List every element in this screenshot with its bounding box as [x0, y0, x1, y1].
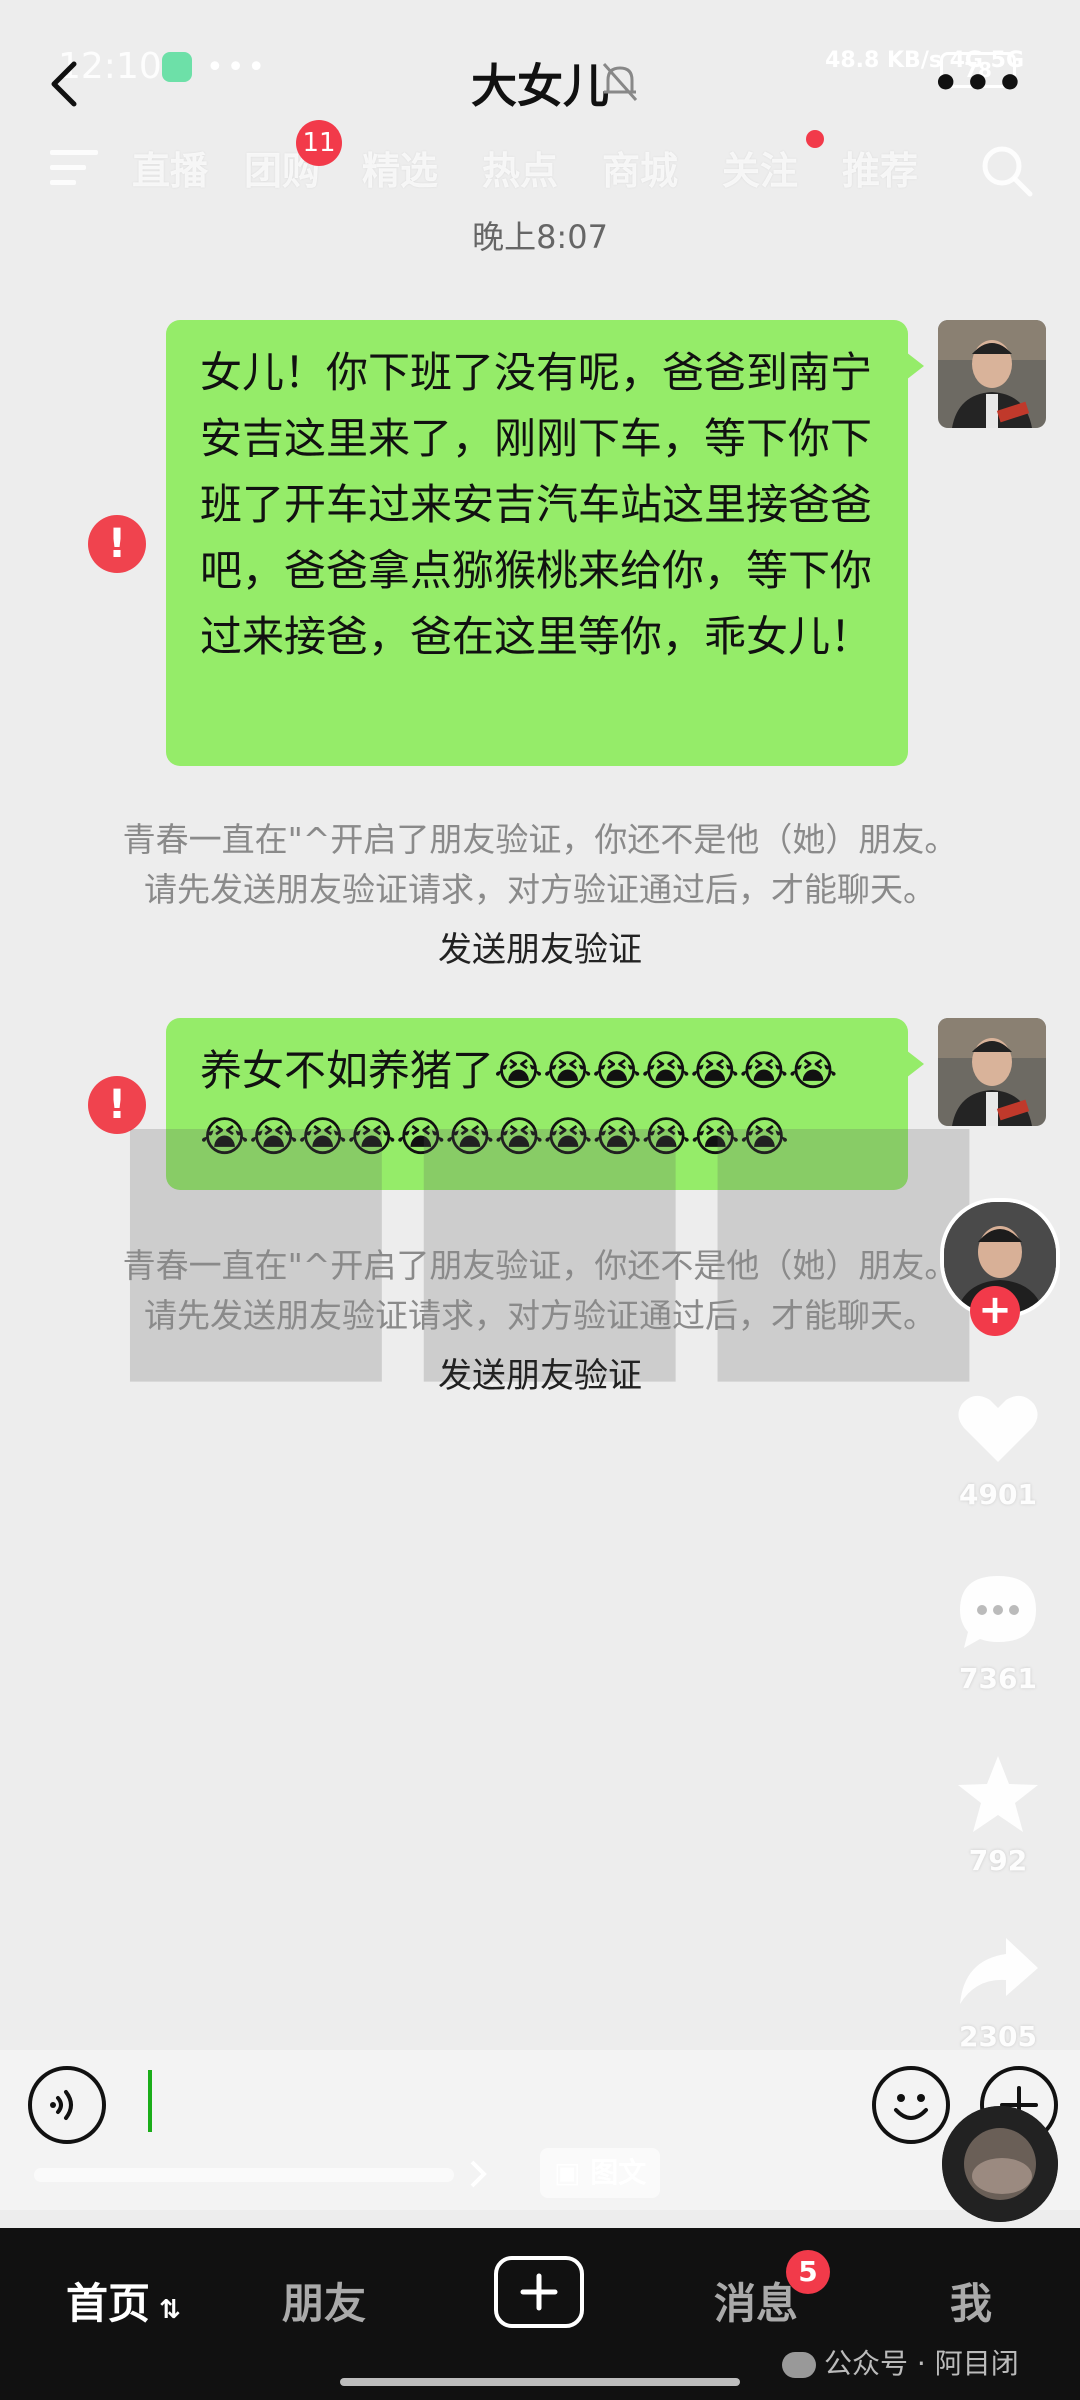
music-disc[interactable]	[942, 2106, 1058, 2222]
nav-home-label: 首页	[66, 2279, 151, 2328]
emoji-icon[interactable]	[872, 2066, 950, 2144]
watermark-text: 公众号 · 阿目闭	[824, 2347, 1019, 2380]
tab-mall[interactable]: 商城	[602, 140, 678, 195]
favorite-star-icon[interactable]	[952, 1750, 1044, 1842]
nav-me[interactable]: 我	[950, 2270, 992, 2331]
text-input-caret[interactable]	[148, 2070, 152, 2132]
wechat-logo-icon	[782, 2352, 816, 2378]
tab-featured[interactable]: 精选	[362, 140, 438, 195]
nav-friends[interactable]: 朋友	[282, 2270, 366, 2331]
music-ticker[interactable]	[34, 2154, 494, 2194]
send-failed-icon[interactable]: !	[88, 515, 146, 573]
menu-icon[interactable]	[48, 148, 100, 188]
chat-title: 大女儿	[471, 59, 609, 113]
comment-count: 7361	[959, 1662, 1037, 1695]
muted-bell-icon	[602, 63, 638, 101]
message-bubble[interactable]: 女儿！你下班了没有呢，爸爸到南宁安吉这里来了，刚刚下车，等下你下班了开车过来安吉…	[166, 320, 924, 766]
like-heart-icon[interactable]	[952, 1382, 1044, 1474]
image-text-label-text: 图文	[590, 2156, 647, 2189]
refresh-icon: ⇅	[150, 2295, 181, 2325]
nav-create-button[interactable]	[494, 2256, 584, 2328]
source-watermark: 公众号 · 阿目闭	[782, 2342, 1019, 2382]
share-count: 2305	[959, 2020, 1037, 2053]
send-friend-verification-link[interactable]: 发送朋友验证	[0, 922, 1080, 971]
voice-input-icon[interactable]	[28, 2066, 106, 2144]
favorite-count: 792	[968, 1844, 1028, 1877]
friend-verification-notice-line1: 青春一直在"^开启了朋友验证，你还不是他（她）朋友。	[122, 1246, 958, 1285]
message-timestamp: 晚上8:07	[472, 218, 608, 256]
nav-home[interactable]: 首页 ⇅	[66, 2270, 181, 2331]
home-indicator	[340, 2378, 740, 2386]
tab-following[interactable]: 关注	[722, 140, 798, 195]
nav-messages[interactable]: 消息	[714, 2270, 798, 2331]
tab-recommend[interactable]: 推荐	[842, 140, 918, 195]
friend-verification-notice-line1: 青春一直在"^开启了朋友验证，你还不是他（她）朋友。	[122, 820, 958, 859]
following-dot	[806, 130, 824, 148]
friend-verification-notice-line2: 请先发送朋友验证请求，对方验证通过后，才能聊天。	[144, 870, 936, 909]
like-count: 4901	[959, 1478, 1037, 1511]
share-arrow-icon[interactable]	[952, 1924, 1044, 2016]
send-friend-verification-link[interactable]: 发送朋友验证	[0, 1348, 1080, 1397]
friend-verification-notice-line2: 请先发送朋友验证请求，对方验证通过后，才能聊天。	[144, 1296, 936, 1335]
more-options-icon[interactable]: •••	[932, 58, 1028, 109]
message-text: 女儿！你下班了没有呢，爸爸到南宁安吉这里来了，刚刚下车，等下你下班了开车过来安吉…	[200, 348, 873, 661]
image-text-label[interactable]: ▣ 图文	[540, 2148, 661, 2198]
tab-badge: 11	[296, 120, 342, 166]
comment-icon[interactable]	[952, 1566, 1044, 1658]
follow-plus-button[interactable]: +	[970, 1286, 1020, 1336]
tab-hot[interactable]: 热点	[482, 140, 558, 195]
sender-avatar[interactable]	[938, 320, 1046, 428]
tab-live[interactable]: 直播	[132, 140, 208, 195]
messages-badge: 5	[786, 2250, 830, 2294]
search-icon[interactable]	[978, 142, 1036, 200]
